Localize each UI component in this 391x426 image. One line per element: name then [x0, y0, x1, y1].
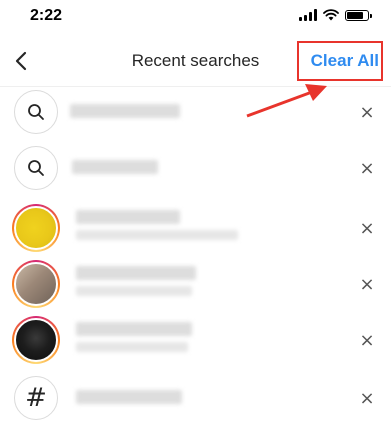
- list-item[interactable]: ×: [0, 204, 391, 256]
- status-time: 2:22: [30, 7, 63, 24]
- avatar-photo: [14, 206, 58, 250]
- avatar-photo: [14, 318, 58, 362]
- search-icon: [28, 160, 44, 176]
- battery-icon: [345, 9, 372, 21]
- navigation-bar: Recent searches Clear All: [0, 36, 391, 87]
- remove-button[interactable]: ×: [357, 102, 377, 123]
- list-item[interactable]: ×: [0, 260, 391, 312]
- status-icons: [299, 9, 372, 21]
- remove-button[interactable]: ×: [357, 274, 377, 295]
- list-item[interactable]: # ×: [0, 376, 391, 426]
- search-icon: [28, 104, 44, 120]
- redacted-search-term: [70, 104, 180, 118]
- status-bar: 2:22: [0, 0, 391, 36]
- redacted-username: [76, 322, 192, 336]
- redacted-full-name: [76, 342, 188, 352]
- hashtag-icon: #: [25, 383, 47, 413]
- redacted-full-name: [76, 286, 192, 296]
- search-icon-circle: [14, 146, 58, 190]
- cellular-signal-icon: [299, 9, 317, 21]
- remove-button[interactable]: ×: [357, 218, 377, 239]
- redacted-hashtag: [76, 390, 182, 404]
- remove-button[interactable]: ×: [357, 388, 377, 409]
- clear-all-button[interactable]: Clear All: [311, 51, 379, 71]
- redacted-username: [76, 266, 196, 280]
- battery-level: [347, 11, 363, 19]
- avatar: [12, 316, 60, 364]
- list-item[interactable]: ×: [0, 146, 391, 196]
- list-item[interactable]: ×: [0, 90, 391, 140]
- list-item[interactable]: ×: [0, 316, 391, 368]
- redacted-full-name: [76, 230, 238, 240]
- avatar-photo: [14, 262, 58, 306]
- search-icon-circle: [14, 90, 58, 134]
- redacted-search-term: [72, 160, 158, 174]
- redacted-username: [76, 210, 180, 224]
- remove-button[interactable]: ×: [357, 330, 377, 351]
- remove-button[interactable]: ×: [357, 158, 377, 179]
- avatar: [12, 204, 60, 252]
- hashtag-icon-circle: #: [14, 376, 58, 420]
- avatar: [12, 260, 60, 308]
- wifi-icon: [323, 9, 339, 21]
